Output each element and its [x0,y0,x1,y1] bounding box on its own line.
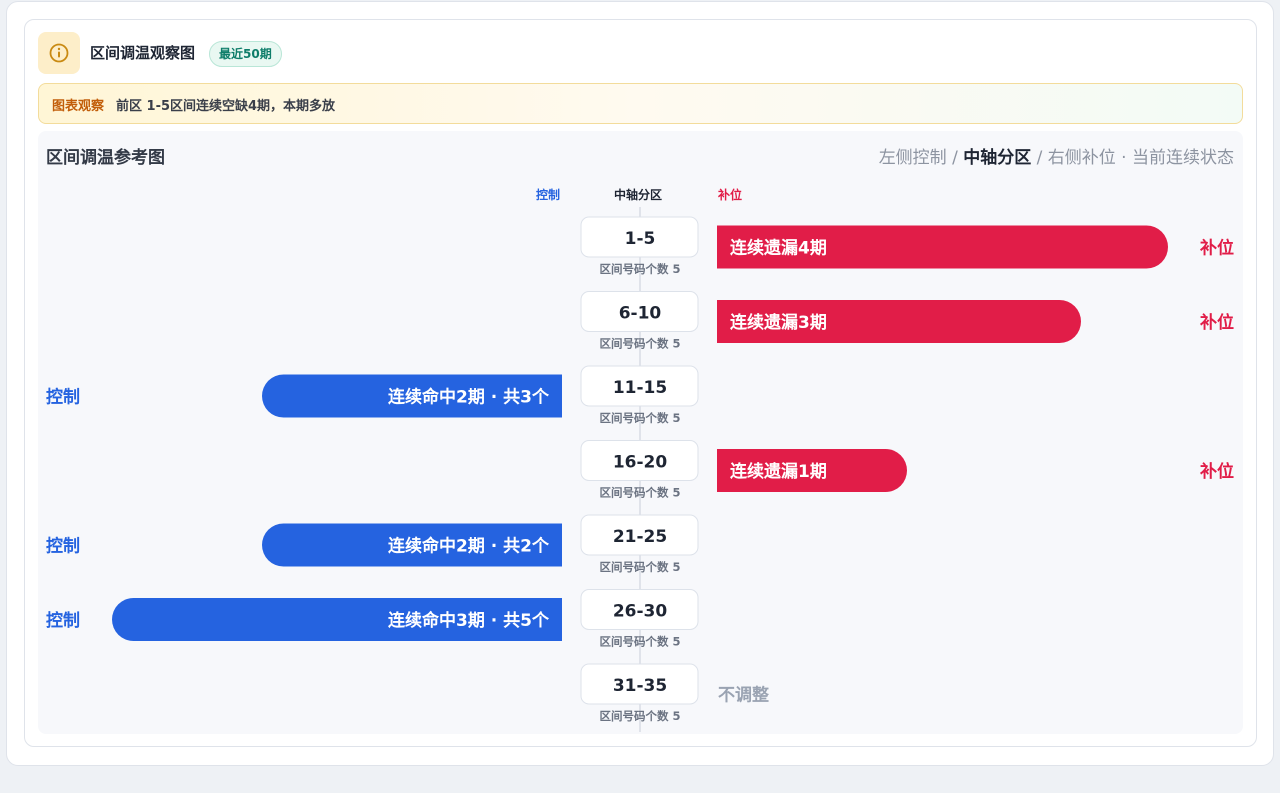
category-sublabel: 区间号码个数 5 [599,262,680,276]
category-label: 21-25 [613,527,667,547]
category-sublabel: 区间号码个数 5 [599,560,680,574]
category-label: 1-5 [625,229,656,249]
category-sublabel: 区间号码个数 5 [599,486,680,500]
neutral-label: 不调整 [718,685,769,706]
category-sublabel: 区间号码个数 5 [599,635,680,649]
category-sublabel: 区间号码个数 5 [599,337,680,351]
control-bar-label: 连续命中2期 · 共2个 [388,536,550,557]
control-bar-label: 连续命中3期 · 共5个 [388,610,550,631]
category-label: 16-20 [613,453,668,473]
fill-side-label: 补位 [1199,461,1234,482]
fill-side-label: 补位 [1199,238,1234,259]
control-side-label: 控制 [46,387,80,408]
control-side-label: 控制 [46,536,80,557]
diverging-bar-chart: 1-5区间号码个数 5连续遗漏4期 补位6-10区间号码个数 5连续遗漏3期 补位1… [46,207,1234,732]
category-label: 26-30 [613,602,668,622]
category-label: 31-35 [613,676,667,696]
control-bar-label: 连续命中2期 · 共3个 [388,387,550,408]
fill-bar-label: 连续遗漏1期 [730,461,827,482]
category-sublabel: 区间号码个数 5 [599,709,680,723]
category-label: 11-15 [613,378,667,398]
fill-bar-label: 连续遗漏4期 [730,238,827,259]
fill-bar-label: 连续遗漏3期 [730,312,827,333]
control-side-label: 控制 [46,610,80,631]
category-sublabel: 区间号码个数 5 [599,411,680,425]
fill-side-label: 补位 [1199,312,1234,333]
category-label: 6-10 [619,304,662,324]
